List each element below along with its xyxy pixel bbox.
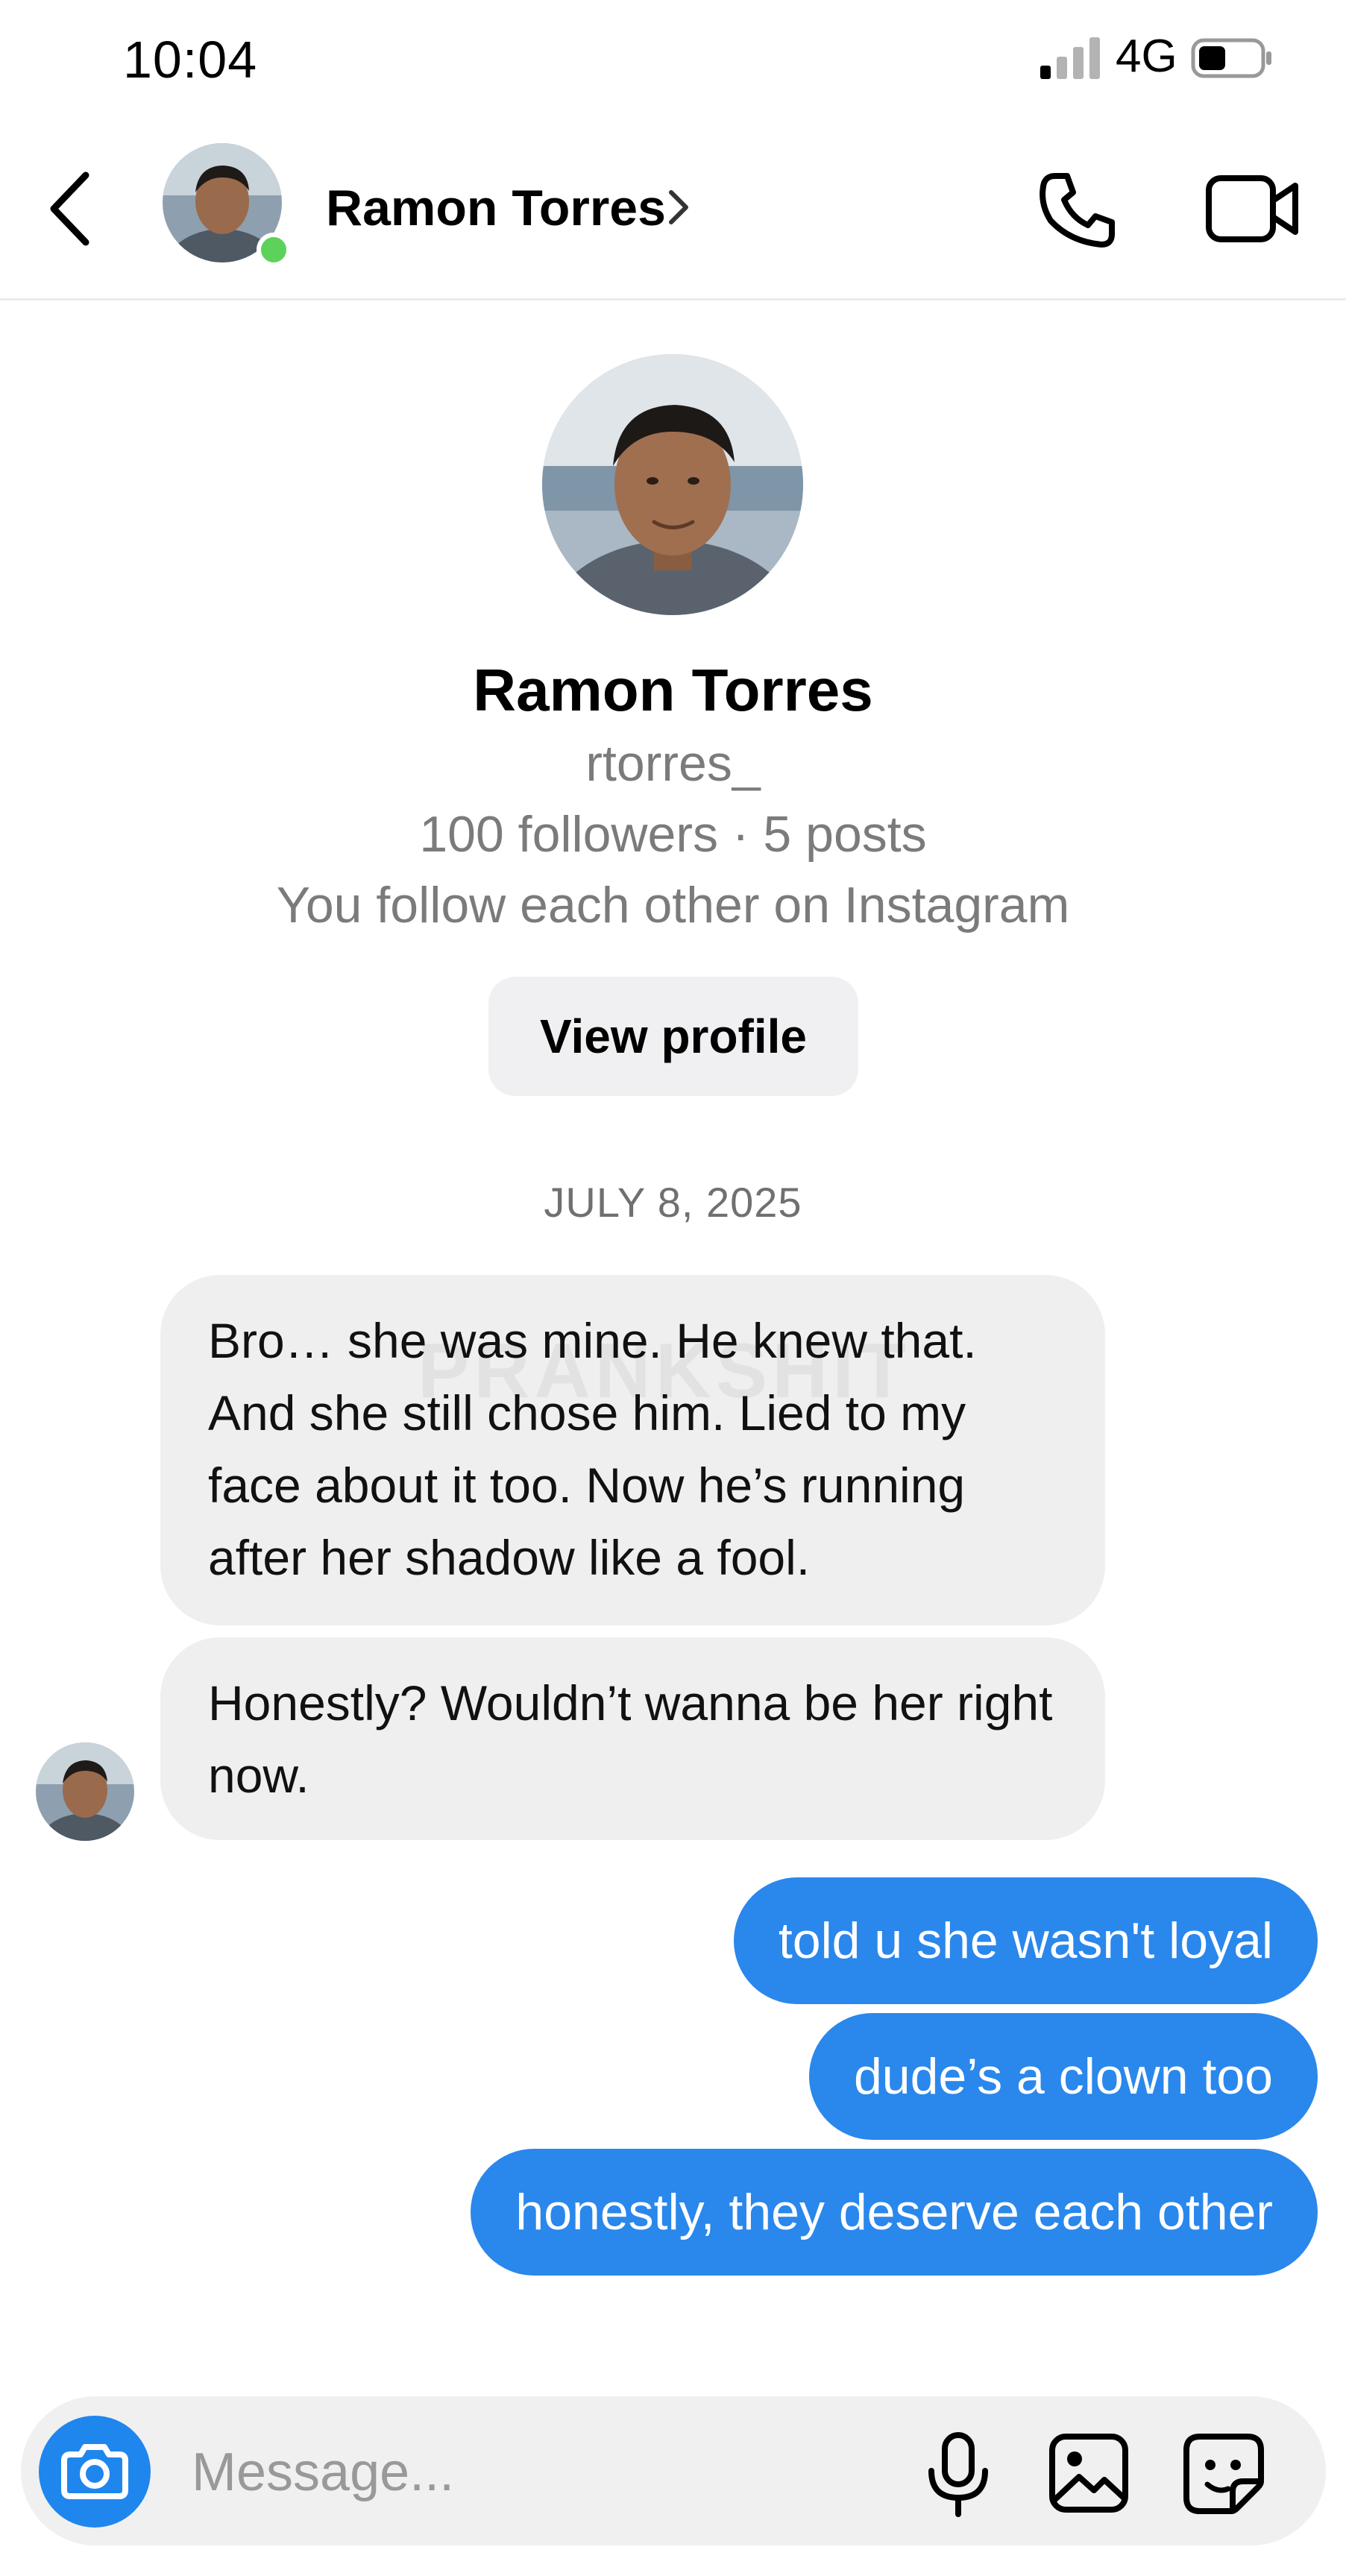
back-button[interactable] [45,168,97,250]
sticker-icon [1183,2434,1264,2514]
view-profile-button[interactable]: View profile [488,977,858,1096]
watermark: PRANKSHIT [418,1328,911,1414]
network-type: 4G [1116,31,1177,82]
voice-call-button[interactable] [1033,166,1122,255]
voice-message-button[interactable] [921,2431,996,2520]
header-contact-name[interactable]: Ramon Torres [326,179,666,237]
video-camera-icon [1206,175,1298,242]
camera-button[interactable] [39,2416,151,2528]
outgoing-message[interactable]: told u she wasn't loyal [733,1877,1318,2004]
signal-bars-icon [1040,37,1104,79]
camera-icon [61,2444,128,2499]
outgoing-message[interactable]: honestly, they deserve each other [471,2149,1318,2276]
outgoing-message[interactable]: dude’s a clown too [808,2013,1318,2140]
date-divider: JULY 8, 2025 [544,1179,802,1226]
profile-avatar[interactable] [542,354,803,615]
image-gallery-icon [1049,2434,1128,2513]
profile-username: rtorres_ [585,735,761,792]
battery-icon [1191,36,1273,81]
avatar[interactable] [36,1742,134,1841]
chevron-left-icon [50,171,89,246]
profile-mutual-follow: You follow each other on Instagram [276,877,1070,933]
online-status-dot [257,233,291,267]
message-input[interactable] [190,2431,864,2514]
sticker-button[interactable] [1182,2432,1265,2516]
status-time: 10:04 [123,31,258,89]
video-call-button[interactable] [1204,168,1301,250]
microphone-icon [928,2432,988,2517]
profile-name: Ramon Torres [473,657,873,723]
incoming-message[interactable]: Honestly? Wouldn’t wanna be her right no… [160,1637,1105,1840]
phone-icon [1040,173,1115,248]
profile-stats: 100 followers · 5 posts [419,806,927,863]
gallery-button[interactable] [1048,2432,1130,2514]
chevron-right-icon[interactable] [664,185,694,230]
